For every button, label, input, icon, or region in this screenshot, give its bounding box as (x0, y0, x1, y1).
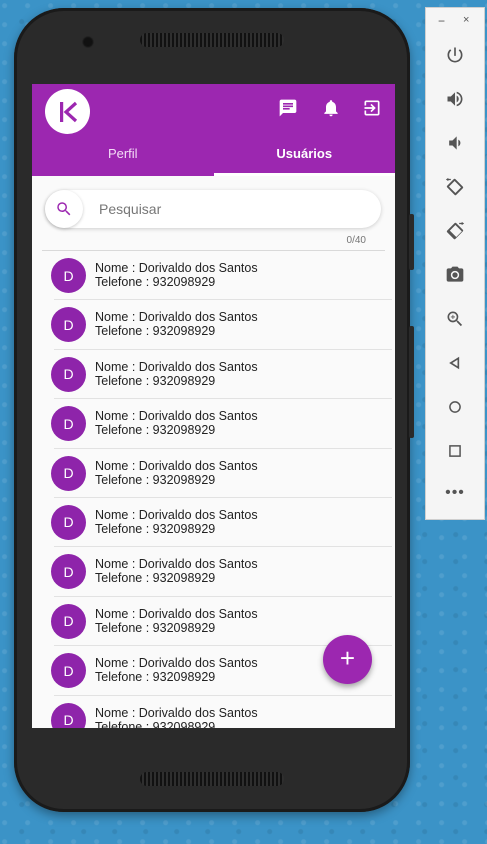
user-phone: Telefone : 932098929 (95, 521, 216, 536)
home-button[interactable] (440, 392, 470, 422)
back-button[interactable] (440, 348, 470, 378)
minimize-button[interactable]: − (438, 14, 445, 28)
volume-up-button[interactable] (440, 84, 470, 114)
logo-k-icon (59, 101, 77, 122)
avatar: D (51, 356, 86, 392)
emulator-toolbar: − × ••• (425, 7, 485, 520)
volume-down-icon (449, 136, 461, 150)
rotate-right-button[interactable] (440, 216, 470, 246)
add-user-button[interactable]: + (323, 635, 372, 684)
user-phone: Telefone : 932098929 (95, 275, 216, 289)
user-phone: Telefone : 932098929 (95, 423, 216, 438)
search-char-counter: 0/40 (346, 235, 366, 246)
app-logo (45, 89, 90, 134)
rotate-right-icon (446, 221, 465, 240)
user-phone: Telefone : 932098929 (95, 719, 216, 728)
close-button[interactable]: × (463, 14, 469, 26)
top-speaker (140, 33, 284, 47)
list-item[interactable]: D Nome : Dorivaldo dos Santos Telefone :… (32, 251, 395, 301)
volume-down-button[interactable] (440, 128, 470, 158)
list-item[interactable]: D Nome : Dorivaldo dos Santos Telefone :… (32, 350, 395, 400)
logout-icon[interactable] (361, 97, 383, 119)
avatar: D (51, 406, 86, 442)
list-item[interactable]: D Nome : Dorivaldo dos Santos Telefone :… (32, 547, 395, 597)
power-icon (447, 47, 463, 63)
user-phone: Telefone : 932098929 (95, 670, 216, 685)
search-button[interactable] (45, 190, 83, 228)
power-key (409, 214, 414, 270)
user-name: Nome : Dorivaldo dos Santos (95, 656, 258, 671)
user-name: Nome : Dorivaldo dos Santos (95, 507, 258, 522)
zoom-icon (447, 311, 463, 327)
avatar: D (51, 258, 86, 293)
zoom-button[interactable] (440, 304, 470, 334)
avatar: D (51, 307, 86, 343)
search-input[interactable] (99, 190, 369, 228)
search-icon (57, 202, 71, 216)
user-name: Nome : Dorivaldo dos Santos (95, 606, 258, 621)
app-bar: Perfil Usuários (32, 84, 395, 176)
tab-bar: Perfil Usuários (32, 142, 395, 176)
power-button[interactable] (440, 40, 470, 70)
overview-icon (449, 445, 461, 457)
screenshot-button[interactable] (440, 260, 470, 290)
user-name: Nome : Dorivaldo dos Santos (95, 359, 258, 374)
volume-up-icon (447, 91, 463, 107)
user-phone: Telefone : 932098929 (95, 472, 216, 487)
user-phone: Telefone : 932098929 (95, 620, 216, 635)
chat-icon[interactable] (277, 97, 299, 119)
back-icon (449, 356, 460, 370)
list-item[interactable]: D Nome : Dorivaldo dos Santos Telefone :… (32, 399, 395, 449)
user-name: Nome : Dorivaldo dos Santos (95, 310, 258, 325)
user-phone: Telefone : 932098929 (95, 324, 216, 339)
list-item[interactable]: D Nome : Dorivaldo dos Santos Telefone :… (32, 449, 395, 498)
avatar: D (51, 554, 86, 590)
tab-perfil[interactable]: Perfil (32, 142, 214, 176)
search-bar (45, 190, 381, 228)
list-item[interactable]: D Nome : Dorivaldo dos Santos Telefone :… (32, 696, 395, 728)
more-options-icon[interactable]: ••• (440, 484, 470, 502)
user-name: Nome : Dorivaldo dos Santos (95, 458, 258, 473)
list-item[interactable]: D Nome : Dorivaldo dos Santos Telefone :… (32, 300, 395, 350)
avatar: D (51, 504, 86, 540)
avatar: D (51, 455, 86, 491)
user-name: Nome : Dorivaldo dos Santos (95, 705, 258, 720)
home-icon (449, 401, 461, 413)
front-camera (82, 36, 94, 48)
tab-usuarios[interactable]: Usuários (213, 142, 396, 176)
user-name: Nome : Dorivaldo dos Santos (95, 409, 258, 424)
volume-key (409, 326, 414, 438)
overview-button[interactable] (440, 436, 470, 466)
app-screen: Perfil Usuários 0/40 D Nome : Dorivaldo … (32, 84, 395, 728)
avatar: D (51, 603, 86, 639)
camera-icon (446, 266, 464, 282)
user-name: Nome : Dorivaldo dos Santos (95, 261, 258, 275)
bottom-speaker (140, 772, 284, 786)
user-phone: Telefone : 932098929 (95, 373, 216, 388)
rotate-left-icon (445, 177, 464, 196)
list-item[interactable]: D Nome : Dorivaldo dos Santos Telefone :… (32, 498, 395, 548)
user-name: Nome : Dorivaldo dos Santos (95, 557, 258, 572)
notifications-icon[interactable] (320, 97, 342, 119)
toolbar-window-controls: − × (426, 14, 484, 28)
user-phone: Telefone : 932098929 (95, 571, 216, 586)
avatar: D (51, 653, 86, 689)
avatar: D (51, 702, 86, 728)
rotate-left-button[interactable] (440, 172, 470, 202)
